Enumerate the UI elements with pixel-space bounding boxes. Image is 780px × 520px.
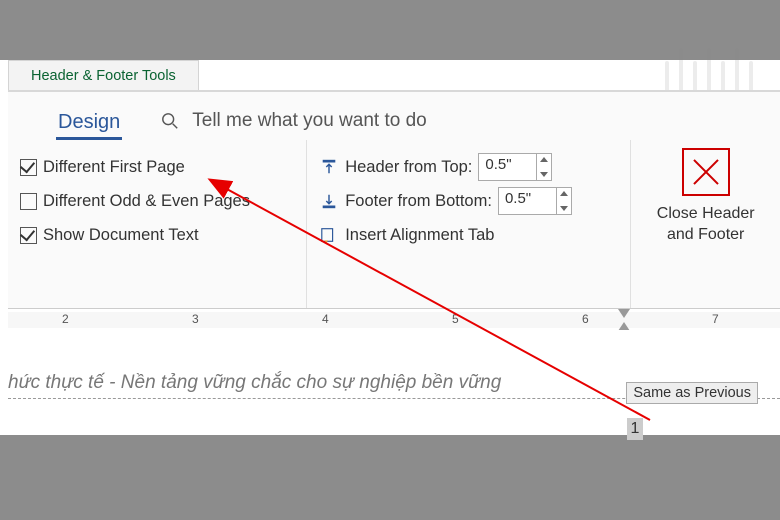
ruler-track [8, 312, 780, 328]
group-close: Close Header and Footer Close [631, 140, 780, 332]
insert-alignment-tab-button[interactable]: Insert Alignment Tab [319, 218, 618, 252]
checkbox-label: Different Odd & Even Pages [43, 192, 250, 211]
ruler-number: 3 [192, 312, 199, 326]
alignment-tab-icon [319, 226, 339, 244]
footer-bottom-icon [319, 192, 339, 210]
ribbon-groups: Different First Page Different Odd & Eve… [8, 140, 780, 333]
ruler-number: 6 [582, 312, 589, 326]
checkbox-icon [20, 227, 37, 244]
ruler-number: 5 [452, 312, 459, 326]
checkbox-label: Different First Page [43, 158, 185, 177]
spinner-buttons[interactable] [536, 154, 551, 180]
footer-from-bottom-control[interactable]: Footer from Bottom: 0.5" [319, 184, 618, 218]
contextual-tab-header-footer-tools[interactable]: Header & Footer Tools [8, 60, 199, 91]
word-window: Header & Footer Tools Design Tell me wha… [0, 60, 780, 435]
spinner-value: 0.5" [485, 156, 511, 173]
checkbox-show-document-text[interactable]: Show Document Text [20, 218, 294, 252]
checkbox-icon [20, 159, 37, 176]
header-from-top-spinner[interactable]: 0.5" [478, 153, 552, 181]
ruler-number: 7 [712, 312, 719, 326]
checkbox-different-first-page[interactable]: Different First Page [20, 150, 294, 184]
page-number-field[interactable]: 1 [627, 418, 643, 440]
tell-me-search[interactable]: Tell me what you want to do [160, 110, 426, 140]
footer-from-bottom-spinner[interactable]: 0.5" [498, 187, 572, 215]
checkbox-label: Show Document Text [43, 226, 199, 245]
tab-design[interactable]: Design [58, 111, 120, 140]
close-label-2: and Footer [667, 226, 744, 243]
contextual-tab-label: Header & Footer Tools [31, 68, 176, 84]
close-header-footer-button[interactable]: Close Header and Footer [657, 204, 755, 246]
control-label: Header from Top: [345, 158, 472, 177]
horizontal-ruler[interactable]: 2 3 4 5 6 7 [8, 308, 780, 332]
header-top-icon [319, 158, 339, 176]
ruler-number: 4 [322, 312, 329, 326]
checkbox-different-odd-even[interactable]: Different Odd & Even Pages [20, 184, 294, 218]
button-label: Insert Alignment Tab [345, 226, 494, 245]
ruler-number: 2 [62, 312, 69, 326]
checkbox-icon [20, 193, 37, 210]
indent-marker-top[interactable] [618, 309, 630, 318]
control-label: Footer from Bottom: [345, 192, 492, 211]
spinner-buttons[interactable] [556, 188, 571, 214]
group-options: Different First Page Different Odd & Eve… [8, 140, 307, 332]
ribbon-tabstrip: Design Tell me what you want to do [8, 92, 780, 140]
header-text[interactable]: hức thực tế - Nền tảng vững chắc cho sự … [8, 372, 501, 394]
search-icon [160, 112, 180, 130]
close-header-footer-icon[interactable] [682, 148, 730, 196]
spinner-value: 0.5" [505, 190, 531, 207]
header-from-top-control[interactable]: Header from Top: 0.5" [319, 150, 618, 184]
group-position: Header from Top: 0.5" Footer from Bottom… [307, 140, 631, 332]
document-area[interactable]: hức thực tế - Nền tảng vững chắc cho sự … [8, 330, 780, 435]
tell-me-placeholder: Tell me what you want to do [192, 110, 426, 132]
close-label-1: Close Header [657, 205, 755, 222]
same-as-previous-tag[interactable]: Same as Previous [626, 382, 758, 404]
